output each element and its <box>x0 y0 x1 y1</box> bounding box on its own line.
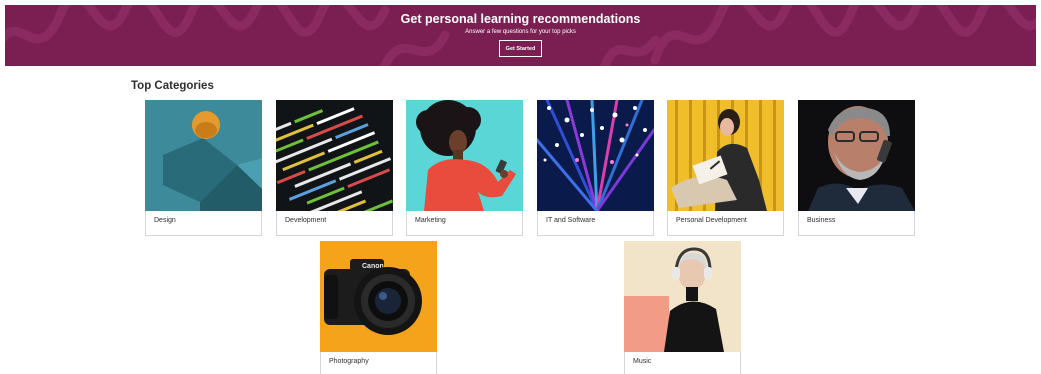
category-card-it-software[interactable]: IT and Software <box>537 100 654 236</box>
category-label-marketing: Marketing <box>415 217 446 224</box>
category-card-personal-development[interactable]: Personal Development <box>667 100 784 236</box>
recommendation-banner: Get personal learning recommendations An… <box>5 5 1036 66</box>
banner-title: Get personal learning recommendations <box>400 12 641 26</box>
banner-subtitle: Answer a few questions for your top pick… <box>465 29 576 35</box>
category-card-photography[interactable]: Canon Photography <box>320 241 437 374</box>
category-label-business: Business <box>807 217 836 224</box>
business-image <box>798 100 915 211</box>
personal-development-image <box>667 100 784 211</box>
category-card-marketing[interactable]: Marketing <box>406 100 523 236</box>
category-label-design: Design <box>154 217 176 224</box>
music-image <box>624 241 741 352</box>
photography-image: Canon <box>320 241 437 352</box>
design-image <box>145 100 262 211</box>
development-image <box>276 100 393 211</box>
category-label-it-software: IT and Software <box>546 217 596 224</box>
section-title: Top Categories <box>131 80 214 92</box>
category-label-music: Music <box>633 358 652 365</box>
category-card-development[interactable]: Development <box>276 100 393 236</box>
category-label-development: Development <box>285 217 327 224</box>
marketing-image <box>406 100 523 211</box>
category-label-personal-development: Personal Development <box>676 217 747 224</box>
category-card-music[interactable]: Music <box>624 241 741 374</box>
category-card-business[interactable]: Business <box>798 100 915 236</box>
it-software-image <box>537 100 654 211</box>
category-card-design[interactable]: Design <box>145 100 262 236</box>
category-label-photography: Photography <box>329 358 369 365</box>
get-started-button[interactable]: Get Started <box>498 40 543 57</box>
